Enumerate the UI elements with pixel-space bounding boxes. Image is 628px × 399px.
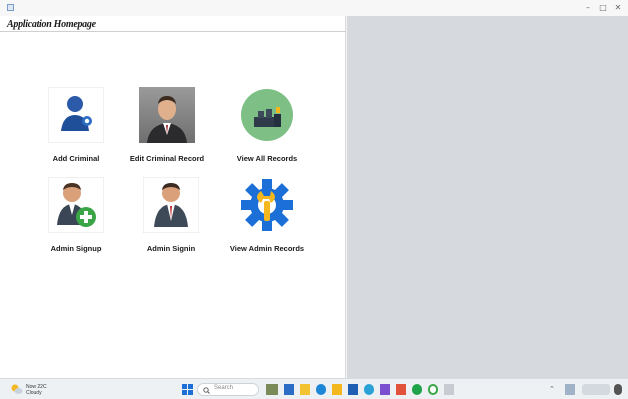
add-criminal-icon xyxy=(48,87,104,143)
store-icon[interactable] xyxy=(332,384,342,395)
view-admin-records-tile[interactable]: View Admin Records xyxy=(217,177,317,253)
close-button[interactable]: ✕ xyxy=(613,2,623,13)
admin-signin-tile[interactable]: Admin Signin xyxy=(121,177,221,253)
admin-signin-label: Admin Signin xyxy=(146,244,196,253)
blank-side-panel xyxy=(347,16,628,378)
search-placeholder: Search xyxy=(214,385,234,391)
edit-criminal-record-tile[interactable]: Edit Criminal Record xyxy=(117,87,217,163)
search-icon xyxy=(203,387,210,394)
taskbar-search[interactable]: Search xyxy=(197,383,259,396)
spotify-icon[interactable] xyxy=(412,384,422,395)
tray-app-icon[interactable] xyxy=(565,384,575,395)
add-criminal-tile[interactable]: Add Criminal xyxy=(26,87,126,163)
title-divider xyxy=(0,31,346,32)
admin-signup-tile[interactable]: Admin Signup xyxy=(26,177,126,253)
admin-signup-label: Admin Signup xyxy=(50,244,102,253)
mail-icon[interactable] xyxy=(348,384,358,395)
gear-wrench-icon xyxy=(239,177,295,233)
app-icon-extra[interactable] xyxy=(444,384,454,395)
edit-criminal-record-label: Edit Criminal Record xyxy=(129,154,205,163)
widgets-icon[interactable] xyxy=(266,384,278,395)
media-icon[interactable] xyxy=(396,384,406,395)
window-titlebar[interactable]: – □ ✕ xyxy=(0,0,628,16)
weather-widget[interactable]: Now 22C Cloudy xyxy=(26,384,47,396)
admin-add-icon xyxy=(48,177,104,233)
desktop-screen: – □ ✕ Application Homepage Add Criminal xyxy=(0,0,628,399)
weather-condition: Cloudy xyxy=(26,390,42,396)
admin-person-icon xyxy=(143,177,199,233)
businessman-portrait-icon xyxy=(139,87,195,143)
records-circle-icon xyxy=(239,87,295,143)
maximize-button[interactable]: □ xyxy=(598,2,608,13)
file-explorer-icon[interactable] xyxy=(284,384,294,395)
start-icon[interactable] xyxy=(182,384,193,395)
folder-icon[interactable] xyxy=(300,384,310,395)
edge-icon[interactable] xyxy=(316,384,326,395)
view-all-records-tile[interactable]: View All Records xyxy=(217,87,317,163)
weather-icon[interactable] xyxy=(10,383,23,395)
tray-chevron-icon[interactable]: ⌃ xyxy=(549,384,557,395)
vs-icon[interactable] xyxy=(380,384,390,395)
view-admin-records-label: View Admin Records xyxy=(229,244,305,253)
view-all-records-label: View All Records xyxy=(236,154,298,163)
chrome-icon[interactable] xyxy=(364,384,374,395)
settings-icon[interactable] xyxy=(428,384,438,395)
app-icon xyxy=(7,4,14,11)
tray-status-icons[interactable] xyxy=(582,384,610,395)
add-criminal-label: Add Criminal xyxy=(52,154,100,163)
minimize-button[interactable]: – xyxy=(583,2,593,13)
taskbar: Now 22C Cloudy Search ⌃ xyxy=(0,378,628,399)
page-title: Application Homepage xyxy=(7,19,96,30)
notification-icon[interactable] xyxy=(614,384,622,395)
